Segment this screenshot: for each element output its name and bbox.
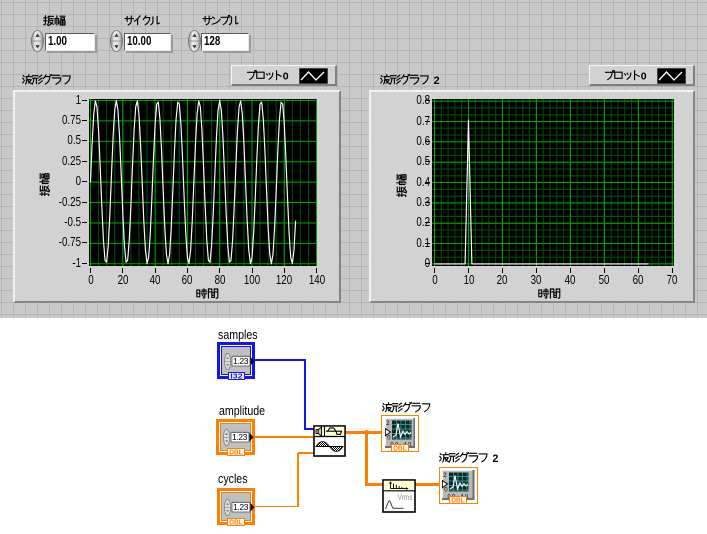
svg-text:DBL: DBL	[393, 444, 407, 452]
svg-text:DBL: DBL	[451, 496, 465, 504]
svg-text:Vrms: Vrms	[398, 492, 413, 502]
svg-text:0: 0	[283, 71, 289, 83]
svg-text:1.23: 1.23	[233, 502, 249, 512]
svg-text:1.23: 1.23	[232, 432, 248, 442]
svg-text:2: 2	[492, 453, 498, 465]
svg-text:0: 0	[641, 71, 647, 83]
svg-text:DBL: DBL	[229, 518, 243, 526]
svg-text:DBL: DBL	[229, 448, 243, 456]
svg-text:I32: I32	[230, 372, 243, 380]
svg-text:2: 2	[433, 74, 439, 86]
svg-text:1.23: 1.23	[233, 356, 249, 366]
